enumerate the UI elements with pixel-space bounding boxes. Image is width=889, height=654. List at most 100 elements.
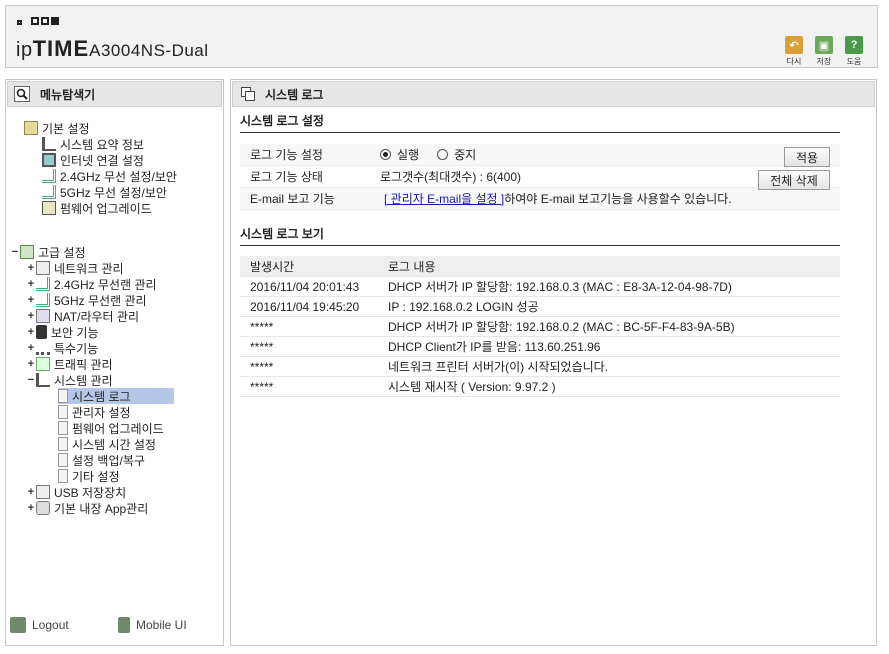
tree-other-settings[interactable]: 기타 설정: [58, 468, 120, 484]
log-function-label: 로그 기능 설정: [250, 148, 323, 162]
tree-special[interactable]: + 특수기능: [26, 340, 98, 356]
tree-admin-settings[interactable]: 관리자 설정: [58, 404, 131, 420]
tree-security[interactable]: + 보안 기능: [26, 324, 99, 340]
settings-section-title: 시스템 로그 설정: [240, 112, 840, 133]
tree-advanced-settings[interactable]: − 고급 설정: [10, 244, 86, 260]
page-icon: [58, 469, 68, 483]
special-icon: [36, 341, 50, 355]
page-title: 시스템 로그: [265, 87, 324, 102]
radio-run-label[interactable]: 실행: [397, 146, 419, 163]
email-report-label: E-mail 보고 기능: [250, 192, 335, 206]
expand-icon[interactable]: +: [26, 278, 36, 290]
expand-icon[interactable]: +: [26, 358, 36, 370]
logo-dots-icon: [17, 17, 59, 25]
expand-icon[interactable]: +: [26, 342, 36, 354]
log-table: 발생시간 로그 내용 2016/11/04 20:01:43 DHCP 서버가 …: [240, 256, 840, 397]
tree-24ghz-mgmt[interactable]: + 2.4GHz 무선랜 관리: [26, 276, 157, 292]
tree-traffic[interactable]: + 트래픽 관리: [26, 356, 113, 372]
tree-internet-setup[interactable]: 인터넷 연결 설정: [42, 152, 144, 168]
sidebar: 메뉴탐색기 기본 설정 시스템 요약 정보 인터넷 연결 설정 2.4GHz 무…: [5, 79, 224, 646]
radio-run[interactable]: [380, 149, 391, 160]
tree-usb-storage[interactable]: + USB 저장장치: [26, 484, 126, 500]
tree-5ghz-wireless[interactable]: 5GHz 무선 설정/보안: [42, 184, 167, 200]
router-icon: [36, 309, 50, 323]
expand-icon[interactable]: +: [26, 486, 36, 498]
usb-icon: [36, 485, 50, 499]
admin-email-link[interactable]: [ 관리자 E-mail을 설정 ]: [384, 190, 504, 207]
logout-icon: [10, 617, 26, 633]
expand-icon[interactable]: +: [26, 294, 36, 306]
table-row: ***** 네트워크 프린터 서버가(이) 시작되었습니다.: [240, 357, 840, 377]
wifi-icon: [42, 169, 56, 183]
folder-icon: [24, 121, 38, 135]
mobile-ui-button[interactable]: Mobile UI: [118, 617, 187, 633]
help-icon: ?: [845, 36, 863, 54]
expand-icon[interactable]: +: [26, 262, 36, 274]
main-header: 시스템 로그: [232, 81, 875, 107]
clear-all-button[interactable]: 전체 삭제: [758, 170, 830, 190]
table-row: 2016/11/04 19:45:20 IP : 192.168.0.2 LOG…: [240, 297, 840, 317]
help-button[interactable]: ? 도움: [843, 36, 865, 67]
app-header: ipTIMEA3004NS-Dual ↶ 다시 ▣ 저장 ? 도움: [5, 5, 878, 68]
sidebar-header: 메뉴탐색기: [7, 81, 222, 107]
upgrade-icon: [42, 201, 56, 215]
page-icon: [58, 453, 68, 467]
expand-icon[interactable]: +: [26, 326, 36, 338]
tree-system-time[interactable]: 시스템 시간 설정: [58, 436, 156, 452]
wifi-icon: [36, 277, 50, 291]
log-view-section-title: 시스템 로그 보기: [240, 225, 840, 246]
tree-basic-settings[interactable]: 기본 설정: [24, 120, 90, 136]
col-time-header: 발생시간: [250, 259, 295, 274]
mobile-icon: [118, 617, 130, 633]
tree-nat-router[interactable]: + NAT/라우터 관리: [26, 308, 139, 324]
undo-icon: ↶: [785, 36, 803, 54]
table-row: ***** 시스템 재시작 ( Version: 9.97.2 ): [240, 377, 840, 397]
monitor-icon: [42, 153, 56, 167]
tree-backup-restore[interactable]: 설정 백업/복구: [58, 452, 145, 468]
collapse-icon[interactable]: −: [10, 246, 20, 258]
magnifier-icon: [14, 86, 30, 102]
tree-24ghz-wireless[interactable]: 2.4GHz 무선 설정/보안: [42, 168, 177, 184]
wifi-icon: [42, 185, 56, 199]
folder-icon: [20, 245, 34, 259]
col-content-header: 로그 내용: [388, 259, 436, 274]
save-icon: ▣: [815, 36, 833, 54]
radio-stop[interactable]: [437, 149, 449, 160]
tree-builtin-apps[interactable]: + 기본 내장 App관리: [26, 500, 148, 516]
log-status-label: 로그 기능 상태: [250, 170, 323, 184]
lock-icon: [36, 325, 47, 339]
apply-button[interactable]: 적용: [784, 147, 830, 167]
radio-stop-label[interactable]: 중지: [454, 146, 476, 163]
log-settings-form: 로그 기능 설정 실행 중지 로그 기능 상태 로그갯수(최대갯수) : 6(4…: [240, 144, 840, 210]
brand-logo: ipTIMEA3004NS-Dual: [16, 36, 209, 61]
save-button[interactable]: ▣ 저장: [813, 36, 835, 67]
table-row: ***** DHCP 서버가 IP 할당함: 192.168.0.2 (MAC …: [240, 317, 840, 337]
expand-icon[interactable]: +: [26, 502, 36, 514]
tree-system-mgmt[interactable]: − 시스템 관리: [26, 372, 113, 388]
chart-icon: [42, 137, 56, 151]
page-icon: [58, 405, 68, 419]
tree-firmware-upgrade[interactable]: 펌웨어 업그레이드: [42, 200, 152, 216]
wifi-icon: [36, 293, 50, 307]
log-table-header: 발생시간 로그 내용: [240, 256, 840, 277]
network-icon: [36, 261, 50, 275]
table-row: ***** DHCP Client가 IP를 받음: 113.60.251.96: [240, 337, 840, 357]
logout-button[interactable]: Logout: [10, 617, 69, 633]
app-icon: [36, 501, 50, 515]
undo-button[interactable]: ↶ 다시: [783, 36, 805, 67]
tree-system-summary[interactable]: 시스템 요약 정보: [42, 136, 144, 152]
tree-5ghz-mgmt[interactable]: + 5GHz 무선랜 관리: [26, 292, 147, 308]
chart-icon: [36, 373, 50, 387]
table-row: 2016/11/04 20:01:43 DHCP 서버가 IP 할당함: 192…: [240, 277, 840, 297]
sidebar-title: 메뉴탐색기: [40, 87, 96, 102]
tree-firmware-upgrade-adv[interactable]: 펌웨어 업그레이드: [58, 420, 164, 436]
main-panel: 시스템 로그 시스템 로그 설정 로그 기능 설정 실행 중지 로그 기능 상태…: [230, 79, 877, 646]
page-icon: [58, 421, 68, 435]
expand-icon[interactable]: +: [26, 310, 36, 322]
traffic-icon: [36, 357, 50, 371]
email-report-text: 하여야 E-mail 보고기능을 사용할수 있습니다.: [504, 192, 732, 206]
tree-system-log[interactable]: 시스템 로그: [58, 388, 174, 404]
page-icon: [58, 389, 68, 403]
tree-network-mgmt[interactable]: + 네트워크 관리: [26, 260, 124, 276]
collapse-icon[interactable]: −: [26, 374, 36, 386]
